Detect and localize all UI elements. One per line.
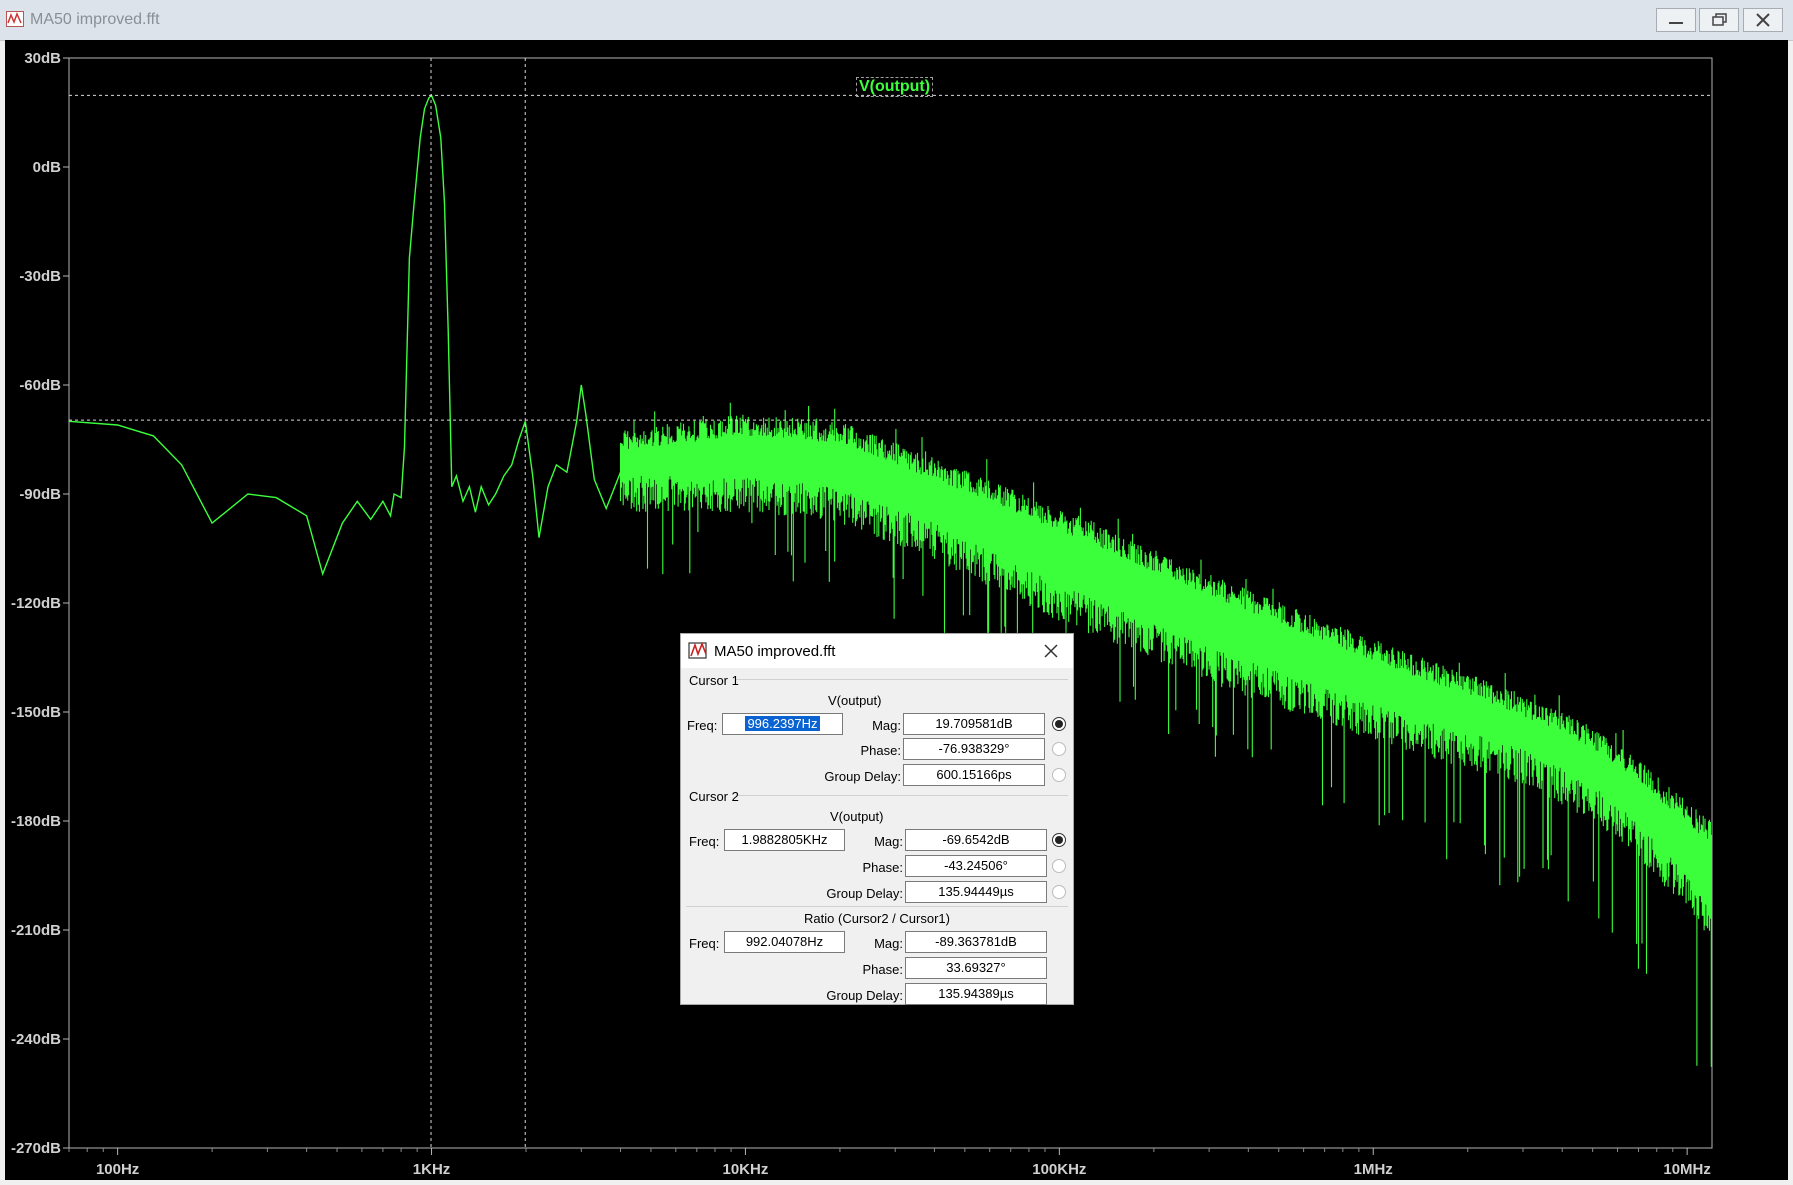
waveform-app-icon [6,11,24,27]
ratio-phase-field[interactable]: 33.69327° [905,957,1047,979]
cursor1-gd-label: Group Delay: [824,769,901,784]
trace-label[interactable]: V(output) [856,77,934,97]
cursor1-phase-field[interactable]: -76.938329° [903,738,1045,760]
spectrum-trace [68,94,622,577]
y-tick-label: -60dB [19,377,61,394]
cursor2-phase-label: Phase: [862,860,903,875]
x-tick-label: 10MHz [1663,1161,1711,1178]
ratio-gd-field[interactable]: 135.94389µs [905,983,1047,1005]
y-tick-label: -30dB [19,268,61,285]
separator [736,679,1068,680]
x-tick-label: 100Hz [96,1161,139,1178]
plot-pane[interactable]: 30dB 0dB -30dB -60dB -90dB -120dB -150dB -180dB… [5,40,1788,1180]
cursor2-freq-field[interactable]: 1.9882805KHz [724,829,845,851]
y-tick-label: -240dB [11,1031,61,1048]
cursor1-phase-radio[interactable] [1052,742,1066,756]
cursor1-mag-field[interactable]: 19.709581dB [903,713,1045,735]
y-tick-label: -180dB [11,813,61,830]
cursor1-freq-label: Freq: [687,718,718,733]
ratio-freq-label: Freq: [689,936,720,951]
y-tick-label: -210dB [11,922,61,939]
cursor2-trace: V(output) [830,809,884,824]
cursor2-header: Cursor 2 [689,789,739,804]
cursor1-trace: V(output) [828,693,882,708]
cursor1-freq-value[interactable]: 996.2397Hz [745,716,820,731]
ratio-freq-field[interactable]: 992.04078Hz [724,931,845,953]
y-tick-label: 30dB [24,50,61,67]
close-button[interactable] [1743,8,1783,32]
window-title: MA50 improved.fft [30,11,160,28]
ratio-mag-field[interactable]: -89.363781dB [905,931,1047,953]
minimize-button[interactable] [1656,8,1696,32]
cursor1-freq-field[interactable]: 996.2397Hz [722,713,843,735]
y-tick-label: 0dB [33,159,62,176]
cursor2-gd-radio[interactable] [1052,885,1066,899]
cursor2-gd-label: Group Delay: [826,886,903,901]
cursor1-gd-radio[interactable] [1052,768,1066,782]
cursor2-phase-field[interactable]: -43.24506° [905,855,1047,877]
x-tick-label: 10KHz [723,1161,769,1178]
x-tick-label: 1MHz [1354,1161,1393,1178]
x-tick-label: 1KHz [413,1161,451,1178]
window-titlebar: MA50 improved.fft [0,0,1793,41]
cursor2-mag-radio[interactable] [1052,833,1066,847]
ratio-gd-label: Group Delay: [826,988,903,1003]
cursor2-freq-label: Freq: [689,834,720,849]
cursor1-phase-label: Phase: [860,743,901,758]
cursor2-mag-label: Mag: [874,834,903,849]
cursor2-phase-radio[interactable] [1052,859,1066,873]
cursor1-mag-label: Mag: [872,718,901,733]
cursor1-header: Cursor 1 [689,673,739,688]
dialog-title: MA50 improved.fft [714,643,836,660]
y-tick-label: -90dB [19,486,61,503]
fft-chart[interactable]: 30dB 0dB -30dB -60dB -90dB -120dB -150dB -180dB… [5,40,1788,1180]
restore-icon [1712,13,1727,26]
separator [736,795,1068,796]
y-tick-label: -150dB [11,704,61,721]
dialog-close-icon[interactable] [1041,641,1061,661]
separator [686,906,1068,907]
cursor2-mag-field[interactable]: -69.6542dB [905,829,1047,851]
minimize-icon [1669,22,1683,24]
cursor1-gd-field[interactable]: 600.15166ps [903,764,1045,786]
waveform-dialog-icon [688,641,707,659]
x-tick-label: 100KHz [1032,1161,1086,1178]
close-icon [1756,13,1770,27]
cursor1-mag-radio[interactable] [1052,717,1066,731]
cursor2-gd-field[interactable]: 135.94449µs [905,881,1047,903]
ratio-header: Ratio (Cursor2 / Cursor1) [804,911,950,926]
y-tick-label: -120dB [11,595,61,612]
cursor-dialog: MA50 improved.fft Cursor 1 V(output) Fre… [680,633,1074,1005]
restore-button[interactable] [1699,8,1739,32]
ratio-mag-label: Mag: [874,936,903,951]
y-tick-label: -270dB [11,1140,61,1157]
dialog-titlebar: MA50 improved.fft [681,634,1073,668]
ratio-phase-label: Phase: [862,962,903,977]
